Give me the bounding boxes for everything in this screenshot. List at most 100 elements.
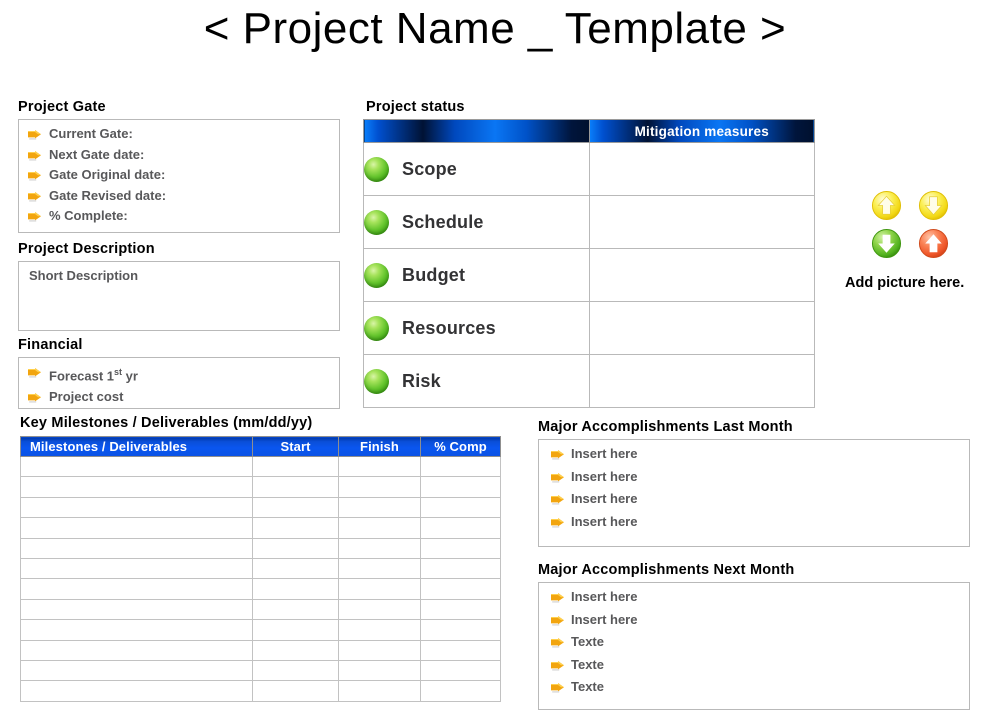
milestone-cell[interactable] [20,496,253,519]
milestone-cell[interactable] [420,476,501,498]
milestone-cell[interactable] [20,455,253,478]
milestone-cell[interactable] [420,619,501,641]
milestone-cell[interactable] [252,517,339,539]
list-item[interactable]: Texte [539,657,969,673]
milestone-cell[interactable] [20,557,253,580]
list-item[interactable]: Project cost [19,389,339,405]
arrow-down-yellow-icon[interactable] [918,190,949,221]
list-item[interactable]: Insert here [539,491,969,507]
status-indicator-green-icon[interactable] [364,315,389,341]
status-label-cell: Resources [363,301,590,355]
milestone-cell[interactable] [252,619,339,641]
milestone-cell[interactable] [338,578,421,600]
milestone-cell[interactable] [420,578,501,600]
arrow-up-red-icon[interactable] [918,228,949,259]
milestone-cell[interactable] [252,578,339,600]
milestone-cell[interactable] [338,619,421,641]
list-item[interactable]: Insert here [539,612,969,628]
status-indicator-green-icon[interactable] [364,156,389,182]
table-row [20,557,501,580]
add-picture-label: Add picture here. [845,275,965,291]
mitigation-cell[interactable] [588,195,815,249]
milestone-cell[interactable] [338,537,421,559]
milestone-cell[interactable] [420,639,501,661]
milestone-cell[interactable] [252,639,339,661]
bullet-arrow-icon [28,170,41,181]
arrow-down-green-icon[interactable] [871,228,902,259]
milestone-cell[interactable] [420,517,501,539]
milestone-cell[interactable] [420,659,501,682]
milestone-cell[interactable] [20,619,253,641]
milestone-cell[interactable] [338,598,421,621]
list-item[interactable]: Current Gate: [19,126,339,142]
mitigation-cell[interactable] [588,354,815,408]
milestone-cell[interactable] [338,517,421,539]
trend-icon-cluster [868,190,962,262]
accomplishments-last-month-list: Insert here Insert here Insert here Inse… [539,440,969,530]
list-item[interactable]: Gate Revised date: [19,188,339,204]
column-header-finish: Finish [338,436,421,457]
column-header-milestones: Milestones / Deliverables [20,436,253,457]
milestone-cell[interactable] [338,557,421,580]
status-corner-header [363,119,590,143]
milestone-cell[interactable] [252,476,339,498]
milestone-cell[interactable] [252,680,339,702]
milestone-cell[interactable] [420,537,501,559]
mitigation-cell[interactable] [588,301,815,355]
milestone-cell[interactable] [420,455,501,478]
milestone-cell[interactable] [420,598,501,621]
milestones-table-body [20,455,501,702]
mitigation-cell[interactable] [588,248,815,302]
arrow-up-yellow-icon[interactable] [871,190,902,221]
list-item[interactable]: Next Gate date: [19,147,339,163]
milestone-cell[interactable] [252,455,339,478]
milestone-cell[interactable] [20,578,253,600]
milestone-cell[interactable] [338,496,421,519]
list-item[interactable]: Gate Original date: [19,167,339,183]
milestone-cell[interactable] [420,680,501,702]
list-item-label: Insert here [571,468,638,484]
milestone-cell[interactable] [20,537,253,559]
milestone-cell[interactable] [20,639,253,661]
milestone-cell[interactable] [252,496,339,519]
accomplishments-last-month-panel: Insert here Insert here Insert here Inse… [538,439,970,547]
list-item[interactable]: Insert here [539,446,969,462]
milestone-cell[interactable] [252,537,339,559]
list-item[interactable]: Forecast 1st yr [19,364,339,384]
list-item[interactable]: % Complete: [19,208,339,224]
bullet-arrow-icon [551,592,564,603]
list-item[interactable]: Insert here [539,469,969,485]
milestone-cell[interactable] [20,598,253,621]
milestone-cell[interactable] [338,476,421,498]
list-item[interactable]: Texte [539,679,969,695]
milestone-cell[interactable] [338,639,421,661]
list-item[interactable]: Insert here [539,514,969,530]
project-description-panel[interactable]: Short Description [18,261,340,331]
bullet-arrow-icon [551,615,564,626]
milestone-cell[interactable] [338,659,421,682]
status-indicator-green-icon[interactable] [364,209,389,235]
list-item[interactable]: Texte [539,634,969,650]
project-status-table: Mitigation measures Scope Schedule Budge… [363,119,815,408]
milestone-cell[interactable] [338,455,421,478]
milestone-cell[interactable] [420,557,501,580]
milestone-cell[interactable] [20,680,253,702]
list-item-label: Texte [571,679,604,694]
milestone-cell[interactable] [20,517,253,539]
milestone-cell[interactable] [252,659,339,682]
mitigation-cell[interactable] [588,142,815,196]
milestone-cell[interactable] [20,476,253,498]
list-item-label: Gate Original date: [49,167,166,182]
milestone-cell[interactable] [252,557,339,580]
milestone-cell[interactable] [338,680,421,702]
status-indicator-green-icon[interactable] [364,368,389,394]
milestone-cell[interactable] [20,659,253,682]
table-row [20,578,501,600]
list-item[interactable]: Insert here [539,589,969,605]
milestone-cell[interactable] [420,496,501,519]
financial-heading: Financial [18,337,83,353]
status-indicator-green-icon[interactable] [364,262,389,288]
list-item-label: % Complete: [49,208,128,223]
table-row [20,537,501,559]
milestone-cell[interactable] [252,598,339,621]
